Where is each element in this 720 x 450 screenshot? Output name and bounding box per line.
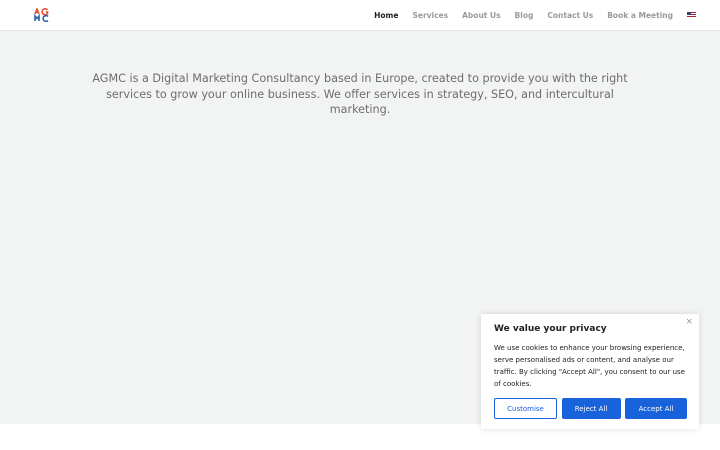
nav-home[interactable]: Home — [374, 11, 398, 20]
site-header: Home Services About Us Blog Contact Us B… — [0, 0, 720, 30]
close-icon[interactable]: × — [685, 317, 693, 327]
cookie-banner: × We value your privacy We use cookies t… — [481, 314, 699, 429]
flag-canton — [687, 12, 691, 15]
cookie-button-row: Customise Reject All Accept All — [494, 398, 687, 419]
nav-services[interactable]: Services — [412, 11, 448, 20]
cookie-title: We value your privacy — [494, 324, 607, 334]
main-nav: Home Services About Us Blog Contact Us B… — [360, 0, 696, 30]
customise-button[interactable]: Customise — [494, 398, 557, 419]
reject-all-button[interactable]: Reject All — [561, 398, 621, 419]
cookie-text: We use cookies to enhance your browsing … — [494, 344, 685, 388]
nav-book-a-meeting[interactable]: Book a Meeting — [607, 11, 673, 20]
nav-contact-us[interactable]: Contact Us — [547, 11, 593, 20]
accept-all-button[interactable]: Accept All — [625, 398, 687, 419]
intro-text: AGMC is a Digital Marketing Consultancy … — [92, 72, 628, 116]
nav-about-us[interactable]: About Us — [462, 11, 500, 20]
agmc-logo[interactable] — [34, 8, 50, 22]
nav-blog[interactable]: Blog — [515, 11, 534, 20]
us-flag-icon[interactable] — [687, 12, 696, 18]
